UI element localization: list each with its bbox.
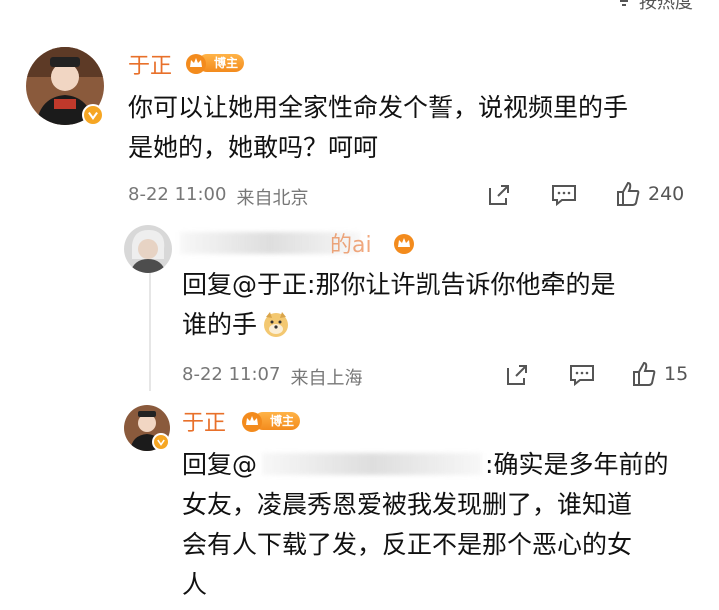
avatar-photo bbox=[124, 225, 172, 273]
thumbs-up-icon bbox=[617, 181, 640, 206]
like-count: 15 bbox=[664, 363, 689, 385]
crown-icon bbox=[186, 54, 206, 74]
share-button[interactable] bbox=[504, 362, 530, 388]
like-button[interactable]: 240 bbox=[614, 180, 684, 208]
thumbs-up-icon bbox=[633, 361, 656, 386]
comment-text: 回复@于正:那你让许凯告诉你他牵的是 谁的手 bbox=[182, 270, 616, 339]
comment-time: 8-22 11:00 bbox=[128, 184, 227, 205]
sort-label: 按热度 bbox=[639, 0, 693, 13]
comment-author-name[interactable]: 于正 bbox=[182, 405, 226, 437]
comment-text: 回复@:确实是多年前的 女友，凌晨秀恩爱被我发现删了，谁知道 会有人下载了发，反… bbox=[182, 450, 669, 599]
comment-icon bbox=[570, 365, 594, 387]
like-button[interactable]: 15 bbox=[630, 360, 688, 388]
comment-icon bbox=[552, 185, 576, 207]
comment-text: 你可以让她用全家性命发个誓，说视频里的手 是她的，她敢吗？呵呵 bbox=[128, 93, 629, 162]
crown-icon bbox=[242, 412, 262, 432]
sort-icon bbox=[620, 0, 628, 6]
sort-toggle[interactable]: 按热度 bbox=[615, 0, 693, 14]
avatar[interactable] bbox=[124, 225, 172, 273]
verified-badge-icon bbox=[152, 433, 170, 451]
comment-time: 8-22 11:07 bbox=[182, 364, 281, 385]
comment-button[interactable] bbox=[568, 362, 596, 388]
doge-emoji bbox=[261, 309, 291, 339]
member-badge bbox=[392, 232, 416, 254]
reply-mention[interactable]: @于正 bbox=[232, 270, 307, 299]
verified-badge-icon bbox=[82, 104, 104, 126]
like-count: 240 bbox=[648, 183, 685, 205]
comment-location: 来自上海 bbox=[290, 368, 363, 389]
share-icon bbox=[507, 365, 527, 385]
comment-meta: 8-22 11:07 来自上海 bbox=[182, 364, 362, 390]
crown-icon bbox=[394, 234, 414, 254]
comment-button[interactable] bbox=[550, 182, 578, 208]
comment-location: 来自北京 bbox=[236, 188, 309, 209]
share-icon bbox=[489, 185, 509, 205]
share-button[interactable] bbox=[486, 182, 512, 208]
comment-meta: 8-22 11:00 来自北京 bbox=[128, 184, 308, 210]
blogger-badge: 博主 bbox=[240, 410, 301, 432]
blogger-badge: 博主 bbox=[184, 52, 245, 74]
comment-author-name[interactable]: 的ai bbox=[330, 227, 372, 259]
comment-author-name[interactable]: 于正 bbox=[128, 48, 172, 80]
thread-line bbox=[149, 256, 151, 391]
